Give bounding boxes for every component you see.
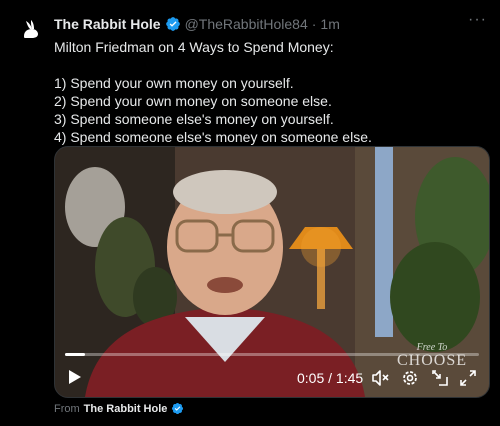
verified-badge-icon — [165, 16, 181, 32]
more-options-icon[interactable]: ··· — [468, 12, 486, 32]
pip-icon[interactable] — [431, 369, 449, 387]
tweet[interactable]: The Rabbit Hole @TheRabbitHole84 · 1m ··… — [0, 0, 500, 426]
progress-fill — [65, 353, 85, 356]
tweet-line: 4) Spend someone else's money on someone… — [54, 129, 372, 145]
tweet-line: 2) Spend your own money on someone else. — [54, 93, 332, 109]
settings-icon[interactable] — [401, 369, 419, 387]
from-name[interactable]: The Rabbit Hole — [84, 403, 168, 415]
attribution: From The Rabbit Hole — [54, 402, 188, 415]
rabbit-logo-icon — [14, 14, 46, 46]
verified-badge-icon — [171, 402, 184, 415]
video-player[interactable]: Free To CHOOSE 0:05 / 1:45 — [54, 146, 490, 398]
video-controls: 0:05 / 1:45 — [55, 363, 489, 393]
time-readout: 0:05 / 1:45 — [297, 370, 364, 386]
timestamp[interactable]: 1m — [320, 15, 339, 33]
from-label: From — [54, 402, 80, 415]
tweet-line: 1) Spend your own money on yourself. — [54, 75, 294, 91]
tweet-line: 3) Spend someone else's money on yoursel… — [54, 111, 334, 127]
tweet-header: The Rabbit Hole @TheRabbitHole84 · 1m — [54, 14, 460, 34]
avatar[interactable] — [14, 14, 46, 46]
tweet-text: Milton Friedman on 4 Ways to Spend Money… — [54, 38, 484, 146]
tweet-line: Milton Friedman on 4 Ways to Spend Money… — [54, 39, 334, 55]
handle[interactable]: @TheRabbitHole84 — [185, 15, 308, 33]
fullscreen-icon[interactable] — [459, 369, 477, 387]
progress-bar[interactable] — [65, 353, 479, 356]
mute-icon[interactable] — [371, 369, 389, 387]
separator: · — [311, 16, 317, 32]
display-name[interactable]: The Rabbit Hole — [54, 15, 161, 33]
play-icon[interactable] — [65, 368, 83, 386]
